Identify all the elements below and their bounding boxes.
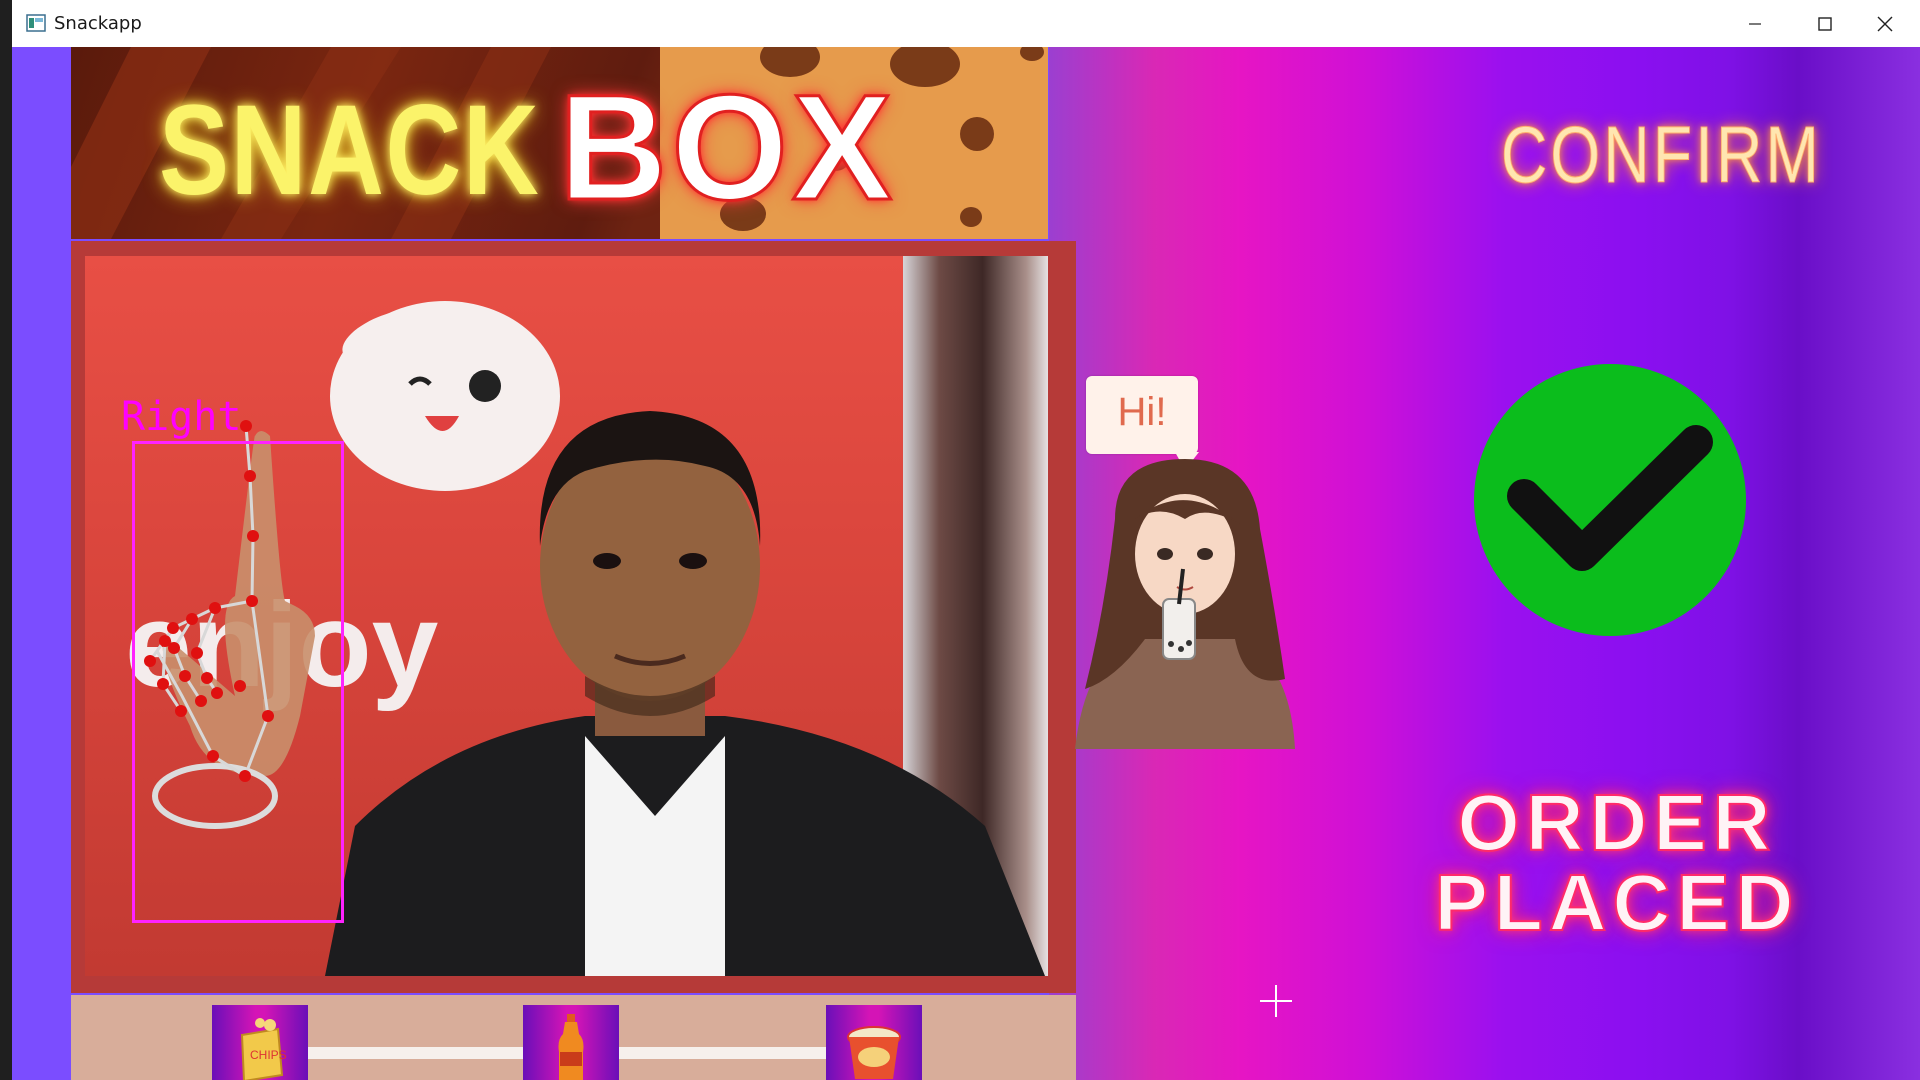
camera-frame: enjoy [71, 241, 1076, 993]
chips-packet-icon: CHIPS [240, 1018, 287, 1080]
soda-bottle-icon [558, 1014, 584, 1080]
maximize-icon [1818, 16, 1832, 31]
crosshair-cursor-icon [1260, 985, 1292, 1017]
order-placed-text: ORDER PLACED [1432, 778, 1802, 947]
desktop-edge [0, 0, 12, 1080]
checkmark-icon [1507, 425, 1713, 571]
banner-snack-word: SNACK [159, 79, 541, 222]
order-line-1: ORDER [1457, 778, 1777, 867]
window-title: Snackapp [54, 13, 142, 34]
snack-box-banner: SNACK BOX [71, 47, 1048, 239]
app-icon [26, 14, 46, 32]
hand-label: Right [121, 394, 242, 440]
close-icon [1877, 16, 1893, 31]
bubble-text: Hi! [1117, 390, 1167, 434]
confirm-title: CONFIRM [1501, 110, 1823, 200]
window-titlebar[interactable]: Snackapp [12, 0, 1920, 48]
order-confirmed-badge [1474, 364, 1746, 636]
app-canvas: SNACK BOX enjoy [12, 47, 1920, 1080]
minimize-button[interactable] [1720, 0, 1790, 47]
camera-feed: enjoy [85, 256, 1048, 976]
order-line-2: PLACED [1434, 858, 1800, 947]
snack-item-noodles[interactable] [826, 1005, 922, 1080]
snack-selector-bar: CHIPS [71, 995, 1076, 1080]
banner-box-word: BOX [557, 62, 897, 233]
minimize-icon [1749, 22, 1761, 25]
cup-noodles-icon [847, 1026, 901, 1079]
snack-item-chips[interactable]: CHIPS [212, 1005, 308, 1080]
speech-bubble: Hi! [1086, 376, 1198, 454]
close-button[interactable] [1850, 0, 1920, 47]
assistant-girl-illustration [1075, 459, 1295, 749]
svg-text:CHIPS: CHIPS [250, 1048, 287, 1062]
snack-item-drink[interactable] [523, 1005, 619, 1080]
hand-bounding-box [132, 441, 344, 923]
